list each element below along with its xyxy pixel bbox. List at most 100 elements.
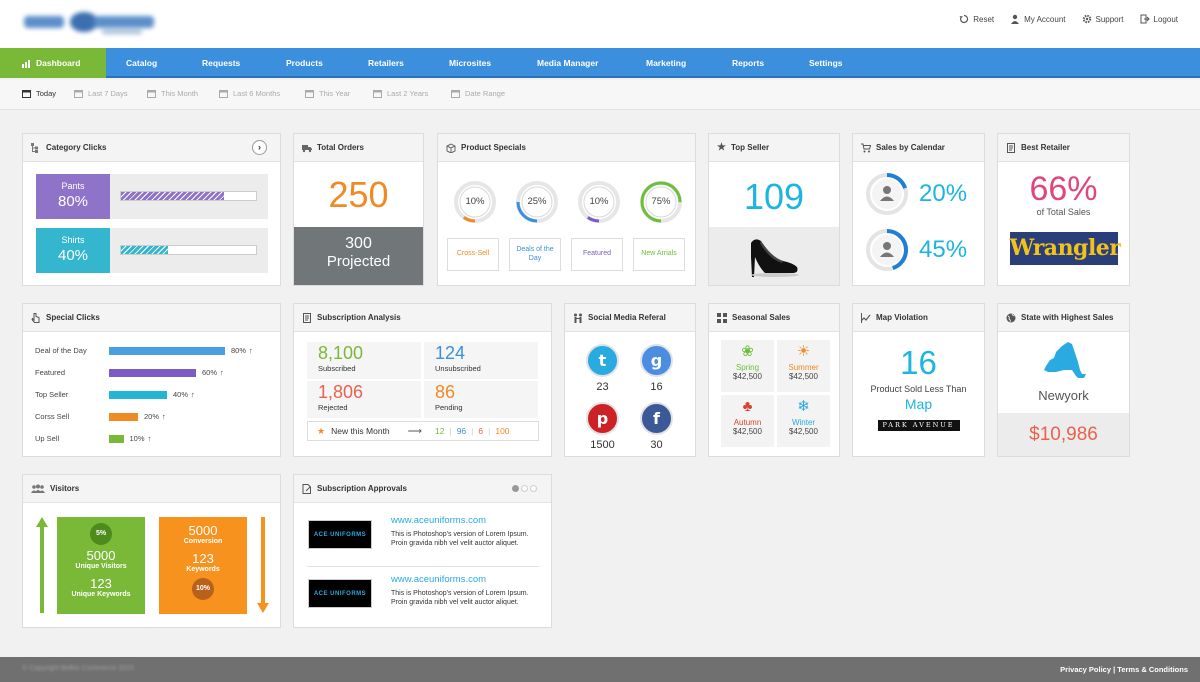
state-sales-header: State with Highest Sales (998, 304, 1129, 332)
special-click-bar (109, 369, 196, 377)
leaf-icon: ♣ (742, 398, 753, 415)
filter-last-7-days[interactable]: Last 7 Days (74, 89, 128, 98)
category-clicks-panel: Category Clicks › Pants 80% Shirts 40% (22, 133, 281, 286)
carousel-dot[interactable] (530, 485, 537, 492)
nav-products[interactable]: Products (286, 48, 323, 78)
keywords-label: Keywords (186, 566, 220, 573)
facebook-icon[interactable]: f (640, 402, 673, 435)
social-count: 16 (650, 381, 663, 393)
footer-links[interactable]: Privacy Policy | Terms & Conditions (1060, 665, 1188, 674)
special-click-label: Corss Sell (35, 412, 70, 421)
calendar-pct: 20% (919, 180, 968, 207)
season-name: Spring (735, 363, 760, 372)
google-plus-icon[interactable]: g (640, 344, 673, 377)
social-count: 30 (650, 439, 663, 451)
nav-requests[interactable]: Requests (202, 48, 240, 78)
up-arrow-icon: ↑ (147, 434, 152, 443)
date-filter-bar: Today Last 7 Days This Month Last 6 Mont… (0, 80, 1200, 110)
twitter-icon[interactable]: t (586, 344, 619, 377)
ace-uniforms-logo-text: ACE UNIFORMS (313, 532, 367, 538)
special-click-value-wrap: 40% ↑ (173, 390, 195, 399)
carousel-dot[interactable] (521, 485, 528, 492)
special-click-value-wrap: 80% ↑ (231, 346, 253, 355)
product-specials-title: Product Specials (461, 143, 526, 152)
state-sales-title: State with Highest Sales (1021, 313, 1114, 322)
visitors-orange-card: 5000 Conversion 123 Keywords 10% (159, 517, 247, 614)
trend-icon (861, 312, 871, 323)
special-label-box[interactable]: Cross-Sell (447, 238, 499, 271)
special-clicks-title: Special Clicks (46, 313, 100, 322)
filter-last-6-months[interactable]: Last 6 Months (219, 89, 280, 98)
approval-description: This is Photoshop's version of Lorem Ips… (391, 531, 529, 548)
approval-url[interactable]: www.aceuniforms.com (391, 574, 486, 585)
social-media-title: Social Media Referal (588, 313, 666, 322)
nav-reports[interactable]: Reports (732, 48, 764, 78)
carousel-dot-active[interactable] (512, 485, 519, 492)
special-label-box[interactable]: New Arrials (633, 238, 685, 271)
approval-url[interactable]: www.aceuniforms.com (391, 515, 486, 526)
user-icon (1011, 14, 1020, 24)
map-violation-title: Map Violation (876, 313, 928, 322)
special-pct: 75% (651, 196, 671, 207)
wrangler-logo: Wrangler (1009, 232, 1121, 265)
special-label-box[interactable]: Deals of the Day (509, 238, 561, 271)
subscription-cell: 86 Pending (424, 381, 538, 418)
subscription-analysis-panel: Subscription Analysis 8,100 Subscribed 124… (293, 303, 552, 457)
filter-this-year[interactable]: This Year (305, 89, 350, 98)
season-amount: $42,500 (789, 372, 818, 381)
filter-this-year-label: This Year (319, 89, 351, 98)
special-ring: 10% (451, 178, 499, 226)
nav-dashboard-label: Dashboard (36, 58, 81, 68)
nav-catalog[interactable]: Catalog (126, 48, 157, 78)
total-orders-header: Total Orders (294, 134, 423, 162)
special-label-box[interactable]: Featured (571, 238, 623, 271)
next-button[interactable]: › (252, 140, 267, 155)
category-bar-fill (121, 246, 169, 254)
calendar-ring (865, 228, 909, 272)
newyork-map-icon (1042, 340, 1086, 384)
subscription-cell-label: Pending (435, 402, 463, 412)
filter-this-month[interactable]: This Month (147, 89, 198, 98)
special-click-value: 10% (129, 434, 145, 443)
support-link[interactable]: Support (1082, 14, 1124, 24)
logo[interactable] (22, 8, 158, 38)
seasonal-sales-title: Seasonal Sales (732, 313, 791, 322)
nav-marketing[interactable]: Marketing (646, 48, 686, 78)
my-account-link[interactable]: My Account (1010, 14, 1066, 24)
calendar-icon (451, 90, 460, 98)
pinterest-icon[interactable]: p (586, 402, 619, 435)
subscription-cell-value: 86 (435, 382, 456, 402)
logout-link[interactable]: Logout (1140, 14, 1178, 24)
subscription-approvals-header: Subscription Approvals (294, 475, 551, 503)
snowflake-icon: ❄ (797, 398, 810, 415)
box-icon (446, 142, 456, 153)
best-retailer-caption: of Total Sales (1036, 207, 1091, 217)
month-subscribed: 12 (435, 426, 445, 436)
top-seller-panel: ★ Top Seller 109 (708, 133, 840, 286)
category-value: 80% (57, 193, 89, 210)
reset-link[interactable]: Reset (959, 14, 994, 24)
best-retailer-pct: 66% (1029, 170, 1098, 208)
my-account-label: My Account (1024, 14, 1066, 24)
special-label: Featured (582, 250, 612, 258)
user-icon (883, 242, 891, 250)
nav-settings[interactable]: Settings (809, 48, 843, 78)
nav-retailers[interactable]: Retailers (368, 48, 404, 78)
subscription-approvals-panel: Subscription Approvals ACE UNIFORMS www.a… (293, 474, 552, 628)
special-click-value-wrap: 60% ↑ (202, 368, 224, 377)
nav-media-manager[interactable]: Media Manager (537, 48, 598, 78)
visitors-green-card: 5% 5000 Unique Visitors 123 Unique Keywo… (57, 517, 145, 614)
subscription-cell: 1,806 Rejected (307, 381, 421, 418)
nav-dashboard[interactable]: Dashboard (0, 48, 106, 78)
edit-document-icon (302, 483, 311, 494)
sun-icon: ☀ (796, 343, 811, 360)
calendar-icon (22, 90, 31, 98)
sales-calendar-title: Sales by Calendar (876, 143, 945, 152)
shoe-image (709, 227, 839, 285)
nav-microsites[interactable]: Microsites (449, 48, 491, 78)
filter-date-range[interactable]: Date Range (451, 89, 505, 98)
filter-today[interactable]: Today (22, 89, 56, 98)
filter-last-2-years[interactable]: Last 2 Years (373, 89, 428, 98)
sales-calendar-header: Sales by Calendar (853, 134, 984, 162)
unique-visitors-label: Unique Visitors (75, 563, 127, 570)
